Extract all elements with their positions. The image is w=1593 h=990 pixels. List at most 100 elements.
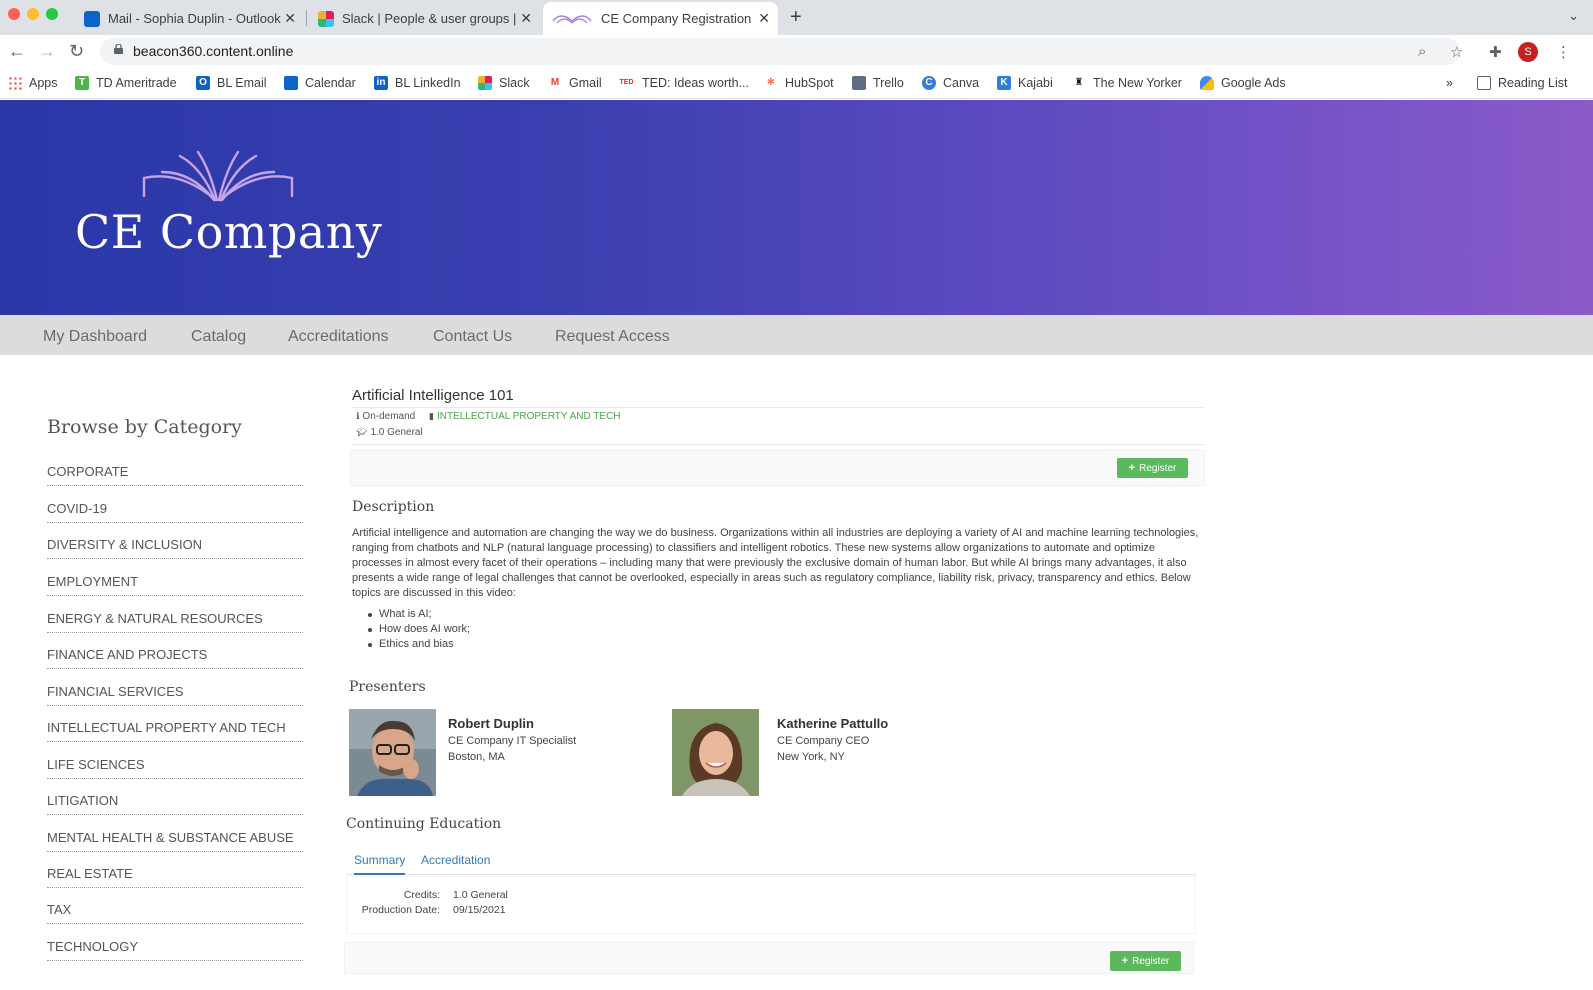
category-link-employment[interactable]: EMPLOYMENT [47, 572, 303, 596]
close-tab-icon[interactable]: ✕ [520, 10, 532, 27]
credits-label: Credits: [403, 889, 440, 901]
bookmark-overflow[interactable]: » [1446, 76, 1453, 90]
chevron-down-icon[interactable]: ⌄ [1568, 8, 1579, 24]
close-window-button[interactable] [8, 8, 20, 20]
bookmark-ted[interactable]: TED TED: Ideas worth... [618, 76, 749, 90]
production-date-label: Production Date: [361, 904, 440, 916]
bookmark-bl-email[interactable]: O BL Email [196, 76, 267, 90]
bookmark-new-yorker[interactable]: ♜ The New Yorker [1072, 76, 1182, 90]
presenter-name: Robert Duplin [448, 716, 534, 731]
reading-list[interactable]: Reading List [1477, 76, 1568, 90]
browser-toolbar: ← → ↻ beacon360.content.online ⌕ ☆ ✚ ⋮ [0, 35, 1593, 68]
calendar-icon [284, 76, 298, 90]
outlook-icon: O [196, 76, 210, 90]
bookmark-kajabi[interactable]: K Kajabi [997, 76, 1053, 90]
tab-summary[interactable]: Summary [354, 853, 406, 875]
reload-icon[interactable]: ↻ [69, 41, 84, 62]
close-tab-icon[interactable]: ✕ [284, 10, 296, 27]
kajabi-icon: K [997, 76, 1011, 90]
category-link-life-sciences[interactable]: LIFE SCIENCES [47, 755, 303, 779]
topics-list: What is AI; How does AI work; Ethics and… [368, 607, 470, 652]
extensions-icon[interactable]: ✚ [1489, 43, 1502, 61]
bookmark-apps[interactable]: Apps [8, 76, 58, 90]
lock-icon [114, 44, 123, 54]
nav-my-dashboard[interactable]: My Dashboard [43, 328, 147, 346]
bookmark-label: Gmail [569, 76, 602, 90]
browser-tab-slack[interactable]: Slack | People & user groups | ✕ [310, 2, 540, 35]
profile-avatar[interactable]: S [1518, 42, 1538, 62]
divider [352, 407, 1204, 408]
category-label: MENTAL HEALTH & SUBSTANCE ABUSE [47, 830, 294, 845]
category-link-finance-projects[interactable]: FINANCE AND PROJECTS [47, 645, 303, 669]
apps-grid-icon [8, 76, 22, 90]
bookmark-label: Trello [873, 76, 904, 90]
ce-tab-bar: Summary Accreditation [346, 845, 1196, 875]
bookmark-label: Kajabi [1018, 76, 1053, 90]
bookmark-label: TED: Ideas worth... [642, 76, 749, 90]
category-label: INTELLECTUAL PROPERTY AND TECH [47, 720, 286, 735]
bookmark-label: Google Ads [1221, 76, 1286, 90]
close-tab-icon[interactable]: ✕ [758, 10, 770, 27]
bookmark-slack[interactable]: Slack [478, 76, 530, 90]
zoom-icon[interactable]: ⌕ [1418, 43, 1426, 60]
register-button-bottom[interactable]: + Register [1110, 951, 1181, 971]
minimize-window-button[interactable] [27, 8, 39, 20]
forward-arrow-icon[interactable]: → [38, 41, 56, 62]
browser-tab-ce-company[interactable]: CE Company Registration ✕ [543, 2, 778, 35]
bookmark-label: Slack [499, 76, 530, 90]
course-category-link[interactable]: ▮ INTELLECTUAL PROPERTY AND TECH [429, 411, 621, 422]
url-text[interactable]: beacon360.content.online [133, 43, 293, 59]
presenter-photo-katherine [672, 709, 759, 796]
tab-accreditation[interactable]: Accreditation [421, 853, 490, 867]
tab-separator [306, 10, 307, 26]
category-link-mental-health[interactable]: MENTAL HEALTH & SUBSTANCE ABUSE [47, 828, 303, 852]
nav-accreditations[interactable]: Accreditations [288, 328, 389, 346]
bookmark-label: HubSpot [785, 76, 834, 90]
course-title: Artificial Intelligence 101 [352, 387, 514, 404]
course-credits: 🎓︎ 1.0 General [356, 427, 423, 438]
category-link-real-estate[interactable]: REAL ESTATE [47, 864, 303, 888]
brand-logo-text[interactable]: CE Company [75, 205, 382, 259]
category-label: EMPLOYMENT [47, 574, 139, 589]
slack-icon [318, 10, 334, 27]
category-link-ip-tech[interactable]: INTELLECTUAL PROPERTY AND TECH [47, 718, 303, 742]
outlook-icon [84, 10, 100, 27]
register-button-top[interactable]: + Register [1117, 458, 1188, 478]
browser-tab-outlook[interactable]: Mail - Sophia Duplin - Outlook ✕ [76, 2, 304, 35]
bookmark-td-ameritrade[interactable]: T TD Ameritrade [75, 76, 177, 90]
category-label: FINANCIAL SERVICES [47, 684, 184, 699]
ted-icon: TED [618, 76, 635, 90]
production-date-value: 09/15/2021 [453, 904, 506, 916]
bookmark-bl-linkedin[interactable]: in BL LinkedIn [374, 76, 461, 90]
bookmark-google-ads[interactable]: Google Ads [1200, 76, 1286, 90]
tab-title: CE Company Registration [601, 11, 752, 26]
back-arrow-icon[interactable]: ← [8, 41, 26, 62]
new-tab-button[interactable]: + [790, 6, 802, 29]
category-link-corporate[interactable]: CORPORATE [47, 462, 303, 486]
nav-contact-us[interactable]: Contact Us [433, 328, 512, 346]
category-link-diversity[interactable]: DIVERSITY & INCLUSION [47, 535, 303, 559]
category-label: CORPORATE [47, 464, 129, 479]
category-label: REAL ESTATE [47, 866, 133, 881]
category-link-energy[interactable]: ENERGY & NATURAL RESOURCES [47, 609, 303, 633]
bookmark-canva[interactable]: C Canva [922, 76, 979, 90]
bookmark-trello[interactable]: Trello [852, 76, 904, 90]
category-link-financial-services[interactable]: FINANCIAL SERVICES [47, 682, 303, 706]
reading-list-label: Reading List [1498, 76, 1568, 90]
category-link-covid-19[interactable]: COVID-19 [47, 499, 303, 523]
bookmark-calendar[interactable]: Calendar [284, 76, 356, 90]
bookmark-hubspot[interactable]: ✱ HubSpot [764, 76, 834, 90]
category-label: LIFE SCIENCES [47, 757, 145, 772]
nav-catalog[interactable]: Catalog [191, 328, 246, 346]
category-link-technology[interactable]: TECHNOLOGY [47, 937, 303, 961]
category-label: TAX [47, 902, 72, 917]
zoom-window-button[interactable] [46, 8, 58, 20]
category-link-tax[interactable]: TAX [47, 900, 303, 924]
bookmark-gmail[interactable]: M Gmail [548, 76, 602, 90]
address-bar[interactable] [100, 38, 1460, 65]
nav-request-access[interactable]: Request Access [555, 328, 670, 346]
presenter-name: Katherine Pattullo [777, 716, 889, 731]
menu-dots-icon[interactable]: ⋮ [1556, 43, 1571, 61]
star-icon[interactable]: ☆ [1450, 43, 1463, 61]
category-link-litigation[interactable]: LITIGATION [47, 791, 303, 815]
